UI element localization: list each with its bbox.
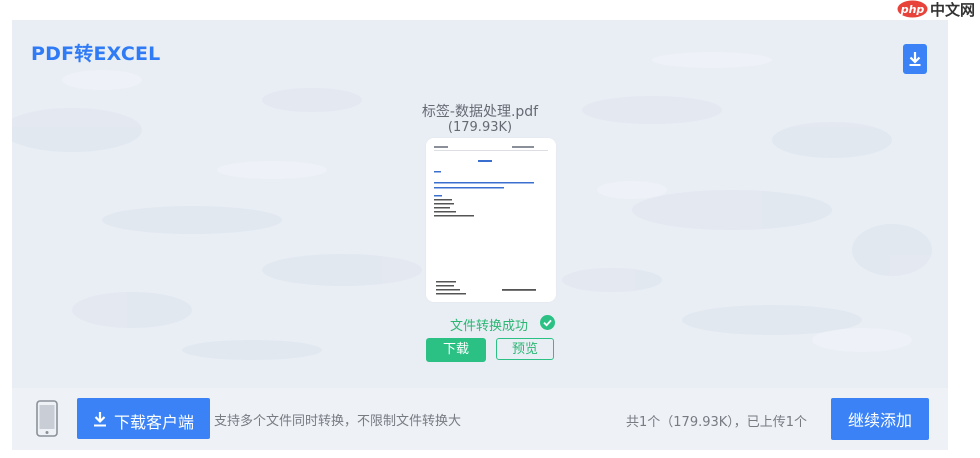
- page-title: PDF转EXCEL: [31, 43, 161, 65]
- file-count: 共1个（179.93K），已上传1个: [626, 415, 808, 430]
- conversion-status: 文件转换成功: [450, 319, 529, 334]
- mobile-phone-icon[interactable]: [36, 400, 58, 437]
- download-icon: [909, 52, 921, 66]
- file-thumbnail[interactable]: [426, 138, 556, 302]
- php-logo-icon: php: [897, 0, 928, 18]
- page: php 中文网 PDF转EXCEL 标签-数据处理.pdf (179.93K) …: [0, 0, 980, 458]
- download-client-label: 下载客户端: [114, 413, 195, 432]
- download-all-button[interactable]: [903, 44, 927, 74]
- download-client-button[interactable]: 下载客户端: [77, 398, 210, 439]
- site-watermark: php 中文网: [897, 0, 980, 19]
- download-arrow-icon: [94, 412, 106, 427]
- svg-text:php: php: [900, 3, 925, 16]
- preview-button[interactable]: 预览: [496, 338, 554, 360]
- check-circle-icon: [540, 315, 555, 330]
- file-name: 标签-数据处理.pdf: [421, 104, 539, 120]
- conversion-panel: PDF转EXCEL 标签-数据处理.pdf (179.93K) 文件转换成功 下…: [12, 20, 948, 388]
- add-more-button[interactable]: 继续添加: [831, 398, 929, 440]
- file-size: (179.93K): [447, 120, 513, 135]
- download-button[interactable]: 下载: [426, 338, 486, 362]
- document-preview-image: [426, 138, 556, 302]
- bottom-toolbar: 下载客户端 支持多个文件同时转换，不限制文件转换大 共1个（179.93K），已…: [12, 388, 948, 450]
- upload-hint: 支持多个文件同时转换，不限制文件转换大: [214, 414, 462, 429]
- watermark-text: 中文网: [930, 1, 976, 19]
